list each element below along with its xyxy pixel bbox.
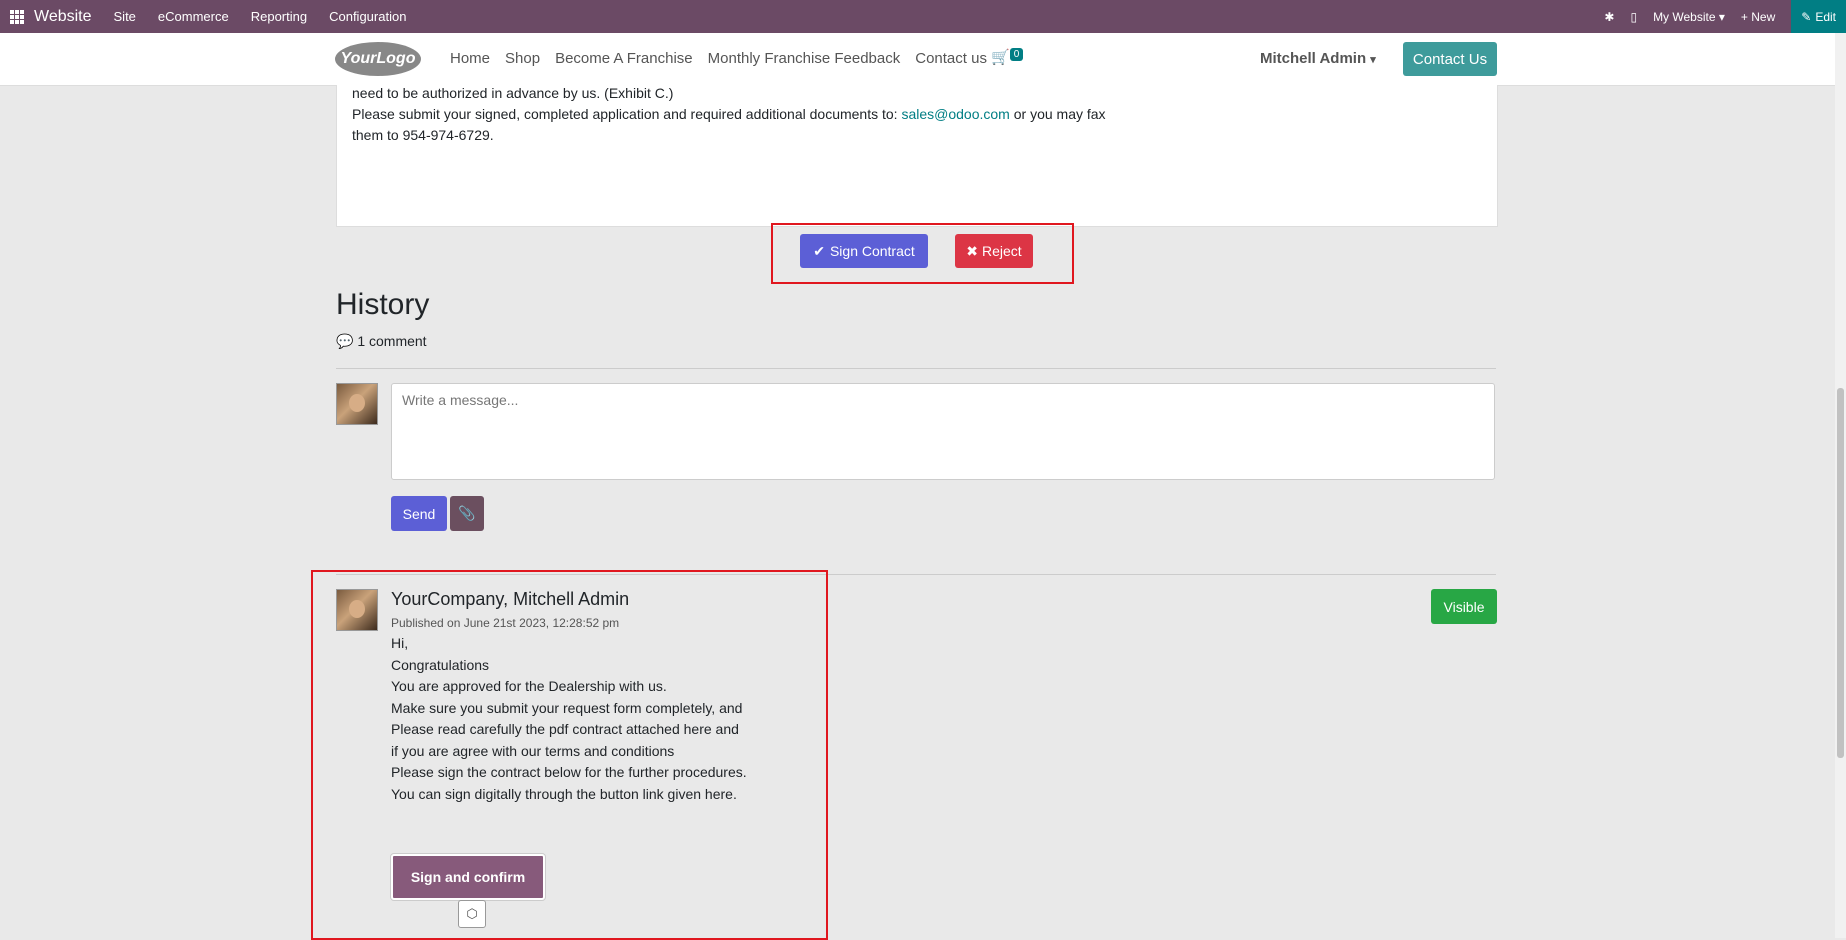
message-author: YourCompany, Mitchell Admin xyxy=(391,589,630,609)
site-logo[interactable]: YourLogo xyxy=(335,42,421,76)
attach-paperclip-icon[interactable]: 📎 xyxy=(450,496,484,531)
cart-icon: 🛒 xyxy=(991,49,1010,66)
message-line: Hi, xyxy=(391,635,409,651)
contract-text-line: them to 954-974-6729. xyxy=(352,127,494,143)
message-line: Make sure you submit your request form c… xyxy=(391,699,743,716)
debug-bug-icon[interactable]: ✱ xyxy=(1604,10,1614,24)
menu-site[interactable]: Site xyxy=(114,9,136,24)
message-line: You are approved for the Dealership with… xyxy=(391,678,667,694)
comment-count-label: 1 comment xyxy=(357,333,427,349)
mobile-preview-icon[interactable]: ▯ xyxy=(1630,10,1637,24)
website-header: YourLogo Home Shop Become A Franchise Mo… xyxy=(0,33,1846,86)
check-icon: ✔ xyxy=(813,242,825,259)
menu-configuration[interactable]: Configuration xyxy=(329,9,406,24)
odoo-topbar: Website Site eCommerce Reporting Configu… xyxy=(0,0,1846,33)
new-button[interactable]: + New xyxy=(1741,10,1775,24)
contract-text-line: Please submit your signed, completed app… xyxy=(352,104,1106,125)
visibility-toggle-button[interactable]: Visible xyxy=(1431,589,1497,624)
website-switcher-label: My Website xyxy=(1653,9,1716,24)
nav-home[interactable]: Home xyxy=(450,50,490,67)
close-icon: ✖ xyxy=(966,242,979,259)
user-menu[interactable]: Mitchell Admin ▾ xyxy=(1260,50,1376,67)
message-line: Please sign the contract below for the f… xyxy=(391,764,747,780)
edit-button[interactable]: ✎ Edit xyxy=(1791,0,1846,33)
message-date: Published on June 21st 2023, 12:28:52 pm xyxy=(391,616,620,630)
nav-become-franchise[interactable]: Become A Franchise xyxy=(555,50,693,67)
main-nav: Home Shop Become A Franchise Monthly Fra… xyxy=(450,50,1002,67)
comments-icon: 💬 xyxy=(336,333,354,349)
cube-icon[interactable]: ⬡ xyxy=(458,900,486,928)
sign-contract-button[interactable]: ✔ Sign Contract xyxy=(800,234,928,268)
contact-us-button[interactable]: Contact Us xyxy=(1403,42,1497,76)
website-switcher[interactable]: My Website ▾ xyxy=(1653,10,1725,24)
cart-link[interactable]: 🛒 0 xyxy=(991,48,1024,66)
sign-contract-label: Sign Contract xyxy=(829,243,915,259)
history-title: History xyxy=(336,288,430,321)
sign-and-confirm-button[interactable]: Sign and confirm xyxy=(391,854,545,900)
avatar xyxy=(336,589,378,631)
message-line: if you are agree with our terms and cond… xyxy=(391,742,675,759)
divider xyxy=(336,368,1496,369)
comment-count: 💬 1 comment xyxy=(336,333,427,350)
reject-button[interactable]: ✖ Reject xyxy=(955,234,1033,268)
message-body: Hi, Congratulations You are approved for… xyxy=(391,633,747,805)
scrollbar-thumb[interactable] xyxy=(1837,388,1844,758)
caret-down-icon: ▾ xyxy=(1370,54,1376,66)
contract-text-part: or you may fax xyxy=(1009,106,1106,122)
message-line: Congratulations xyxy=(391,656,490,673)
avatar xyxy=(336,383,378,425)
reject-label: Reject xyxy=(982,243,1022,259)
menu-ecommerce[interactable]: eCommerce xyxy=(158,9,229,24)
nav-shop[interactable]: Shop xyxy=(505,50,540,67)
app-name[interactable]: Website xyxy=(34,8,92,26)
edit-label: Edit xyxy=(1815,9,1836,24)
nav-monthly-feedback[interactable]: Monthly Franchise Feedback xyxy=(708,50,901,67)
sales-email-link[interactable]: sales@odoo.com xyxy=(901,106,1009,122)
apps-menu-icon[interactable] xyxy=(10,9,24,24)
send-button[interactable]: Send xyxy=(391,496,447,531)
menu-reporting[interactable]: Reporting xyxy=(251,9,307,24)
message-line: Please read carefully the pdf contract a… xyxy=(391,721,739,737)
pencil-icon: ✎ xyxy=(1801,9,1812,24)
contract-text-part: Please submit your signed, completed app… xyxy=(352,106,902,122)
cart-count-badge: 0 xyxy=(1009,48,1024,61)
user-name: Mitchell Admin xyxy=(1260,50,1367,67)
contract-text-line: need to be authorized in advance by us. … xyxy=(352,85,674,101)
message-input[interactable]: Write a message... xyxy=(391,383,1495,480)
nav-contact-us[interactable]: Contact us xyxy=(915,50,987,67)
page-scrollbar[interactable] xyxy=(1835,33,1846,938)
message-line: You can sign digitally through the butto… xyxy=(391,785,737,802)
contract-card: need to be authorized in advance by us. … xyxy=(336,85,1498,227)
